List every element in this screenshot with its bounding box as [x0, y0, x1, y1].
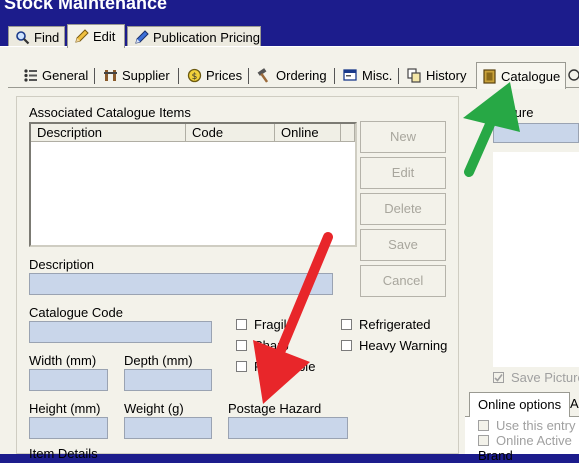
annotation-overlay: [253, 82, 520, 404]
red-arrow-icon: [253, 232, 333, 404]
green-arrow-icon: [463, 82, 520, 177]
